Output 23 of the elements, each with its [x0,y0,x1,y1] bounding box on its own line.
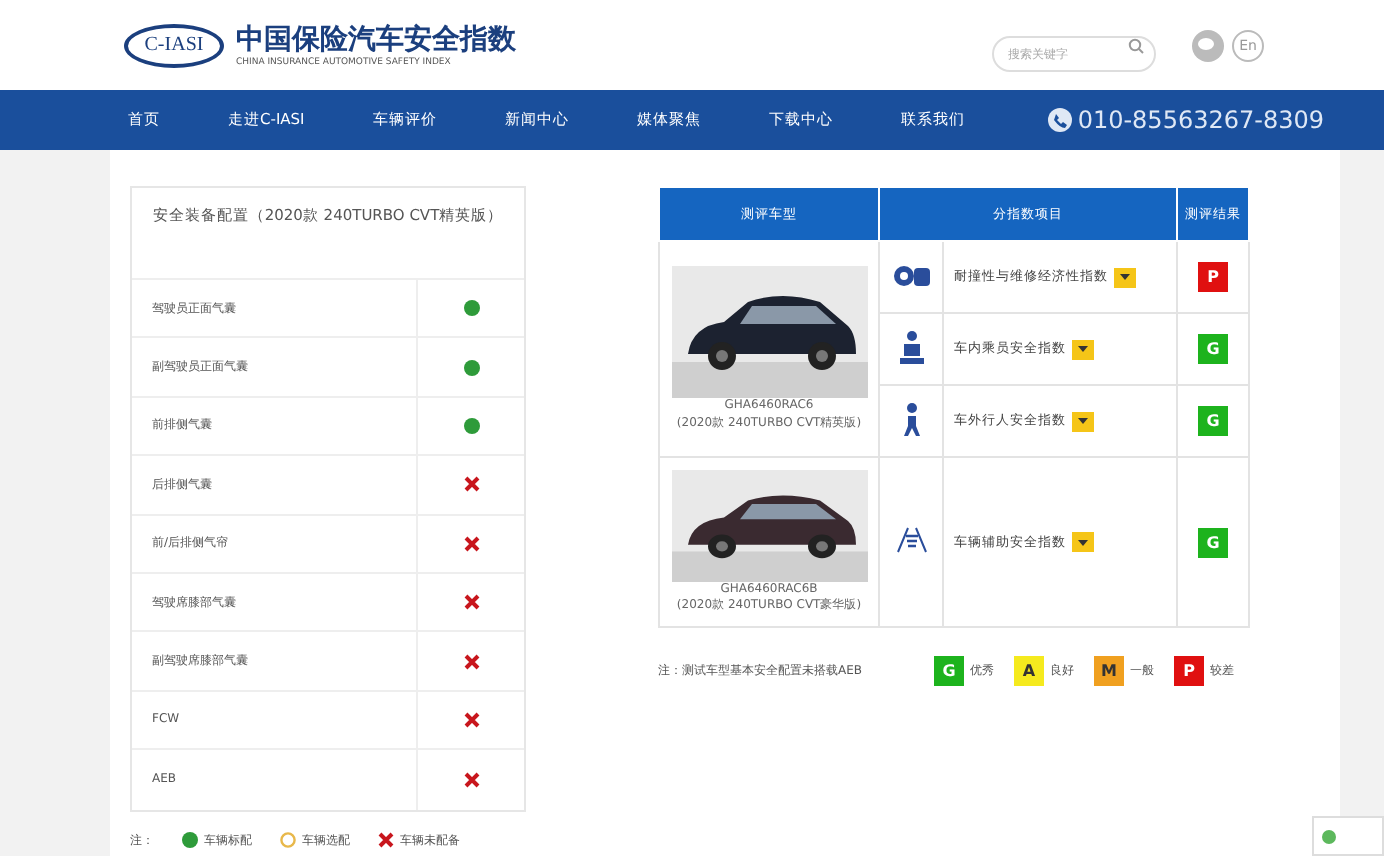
dropdown-toggle[interactable] [1072,411,1094,431]
caret-icon [1078,539,1088,545]
site-title: 中国保险汽车安全指数 [236,22,516,57]
grade-badge: A [1014,656,1045,686]
dropdown-toggle[interactable] [1114,267,1136,287]
caret-icon [1078,418,1088,424]
search-icon[interactable] [1128,37,1144,53]
caret-icon [1078,346,1088,352]
grade-badge: M [1094,656,1125,686]
grade-badge: G [1198,406,1228,436]
dot-icon [1322,829,1336,843]
dropdown-toggle[interactable] [1072,532,1094,552]
grade-badge: G [1198,527,1228,557]
grade-badge: G [1198,334,1228,364]
seated-person-icon [897,329,925,365]
caret-icon [1120,274,1130,280]
phone-number: 010-85563267-8309 [1077,106,1324,134]
grade-badge: G [934,656,965,686]
dropdown-toggle[interactable] [1072,339,1094,359]
phone-icon [1047,108,1072,132]
grade-badge: P [1198,262,1228,292]
logo-mark: C-IASI [124,23,224,67]
grade-badge: P [1174,656,1205,686]
